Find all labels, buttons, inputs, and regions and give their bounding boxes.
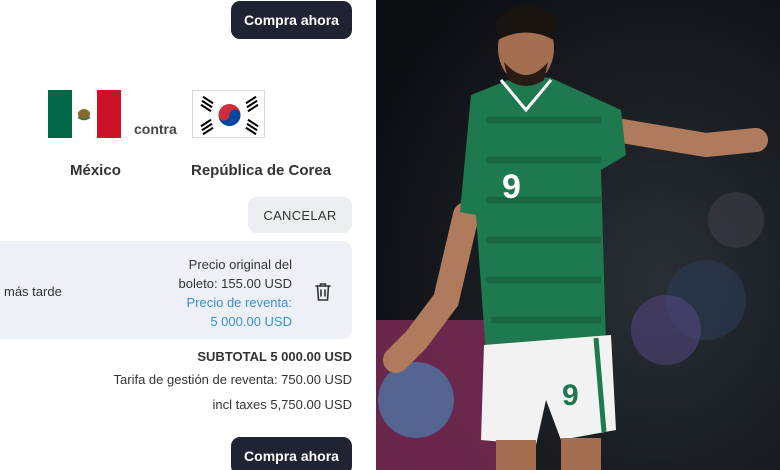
resale-price-label: Precio de reventa: [186,295,292,310]
ticket-left-text: más tarde [4,284,62,299]
cancel-button[interactable]: CANCELAR [248,197,352,233]
mexico-flag-icon [48,90,121,138]
buy-now-button-top[interactable]: Compra ahora [231,1,352,39]
home-team-name: México [70,162,121,179]
player-photo: 9 9 [376,0,780,470]
trash-icon[interactable] [314,282,332,302]
original-price-line2: boleto: 155.00 USD [178,276,292,291]
original-price-line1: Precio original del [188,257,292,272]
total-incl-taxes: incl taxes 5,750.00 USD [212,397,352,412]
subtotal: SUBTOTAL 5 000.00 USD [197,349,352,364]
versus-label: contra [134,121,177,137]
resale-price-value: 5 000.00 USD [210,314,292,329]
buy-now-button-bottom[interactable]: Compra ahora [231,437,352,470]
ticket-panel: Compra ahora contra México República de … [0,0,376,470]
price-block: Precio original del boleto: 155.00 USD P… [179,255,292,331]
south-korea-flag-icon [192,90,265,138]
jersey-number: 9 [502,168,521,206]
away-team-name: República de Corea [191,162,332,179]
resale-fee: Tarifa de gestión de reventa: 750.00 USD [113,372,352,387]
shorts-number: 9 [562,379,579,412]
